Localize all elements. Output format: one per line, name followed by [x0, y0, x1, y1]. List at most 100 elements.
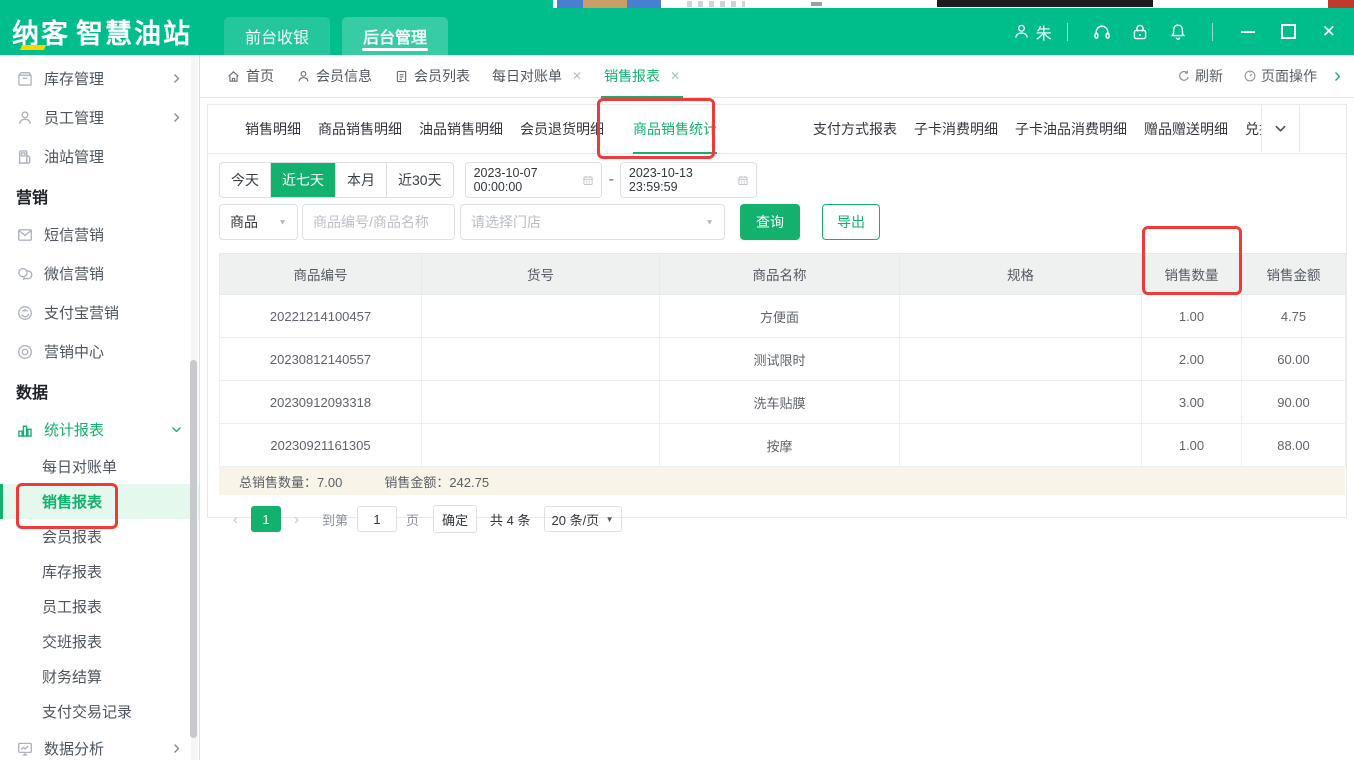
background-title-fragment — [937, 0, 1153, 7]
date-to-input[interactable]: 2023-10-13 23:59:59 — [620, 162, 757, 198]
table-cell: 按摩 — [660, 424, 900, 467]
goto-confirm-button[interactable]: 确定 — [433, 505, 477, 533]
export-button[interactable]: 导出 — [822, 204, 880, 240]
background-text-fragment — [687, 1, 745, 7]
store-placeholder: 请选择门店 — [471, 212, 541, 232]
next-page-arrow[interactable]: › — [294, 512, 299, 527]
table-row[interactable]: 20221214100457方便面1.004.75 — [220, 295, 1346, 338]
sidebar-item[interactable]: 营销中心 — [0, 332, 199, 371]
refresh-action[interactable]: 刷新 — [1177, 66, 1223, 86]
maximize-button[interactable] — [1281, 24, 1296, 39]
nav-back-office[interactable]: 后台管理 — [342, 17, 448, 55]
page-number-button[interactable]: 1 — [251, 506, 281, 532]
search-type-select[interactable]: 商品 ▼ — [219, 204, 298, 240]
sidebar-item[interactable]: 交班报表 — [0, 624, 199, 659]
table-cell: 20230921161305 — [220, 424, 422, 467]
search-type-value: 商品 — [230, 212, 258, 232]
sidebar-item[interactable]: 销售报表 — [0, 484, 199, 519]
date-from-input[interactable]: 2023-10-07 00:00:00 — [465, 162, 602, 198]
report-subtab[interactable]: 支付方式报表 — [813, 105, 897, 153]
page-size-select[interactable]: 20 条/页 ▼ — [544, 506, 622, 532]
table-row[interactable]: 20230912093318洗车贴膜3.0090.00 — [220, 381, 1346, 424]
sidebar-item[interactable]: 短信营销 — [0, 215, 199, 254]
table-cell: 20230912093318 — [220, 381, 422, 424]
page-tab[interactable]: 会员列表 — [394, 55, 470, 97]
sms-envelope-icon — [16, 226, 34, 244]
header-actions: 朱 ✕ — [1012, 8, 1342, 55]
page-tab[interactable]: 会员信息 — [296, 55, 372, 97]
sidebar-item-label: 支付交易记录 — [42, 701, 132, 722]
store-select[interactable]: 请选择门店 ▼ — [460, 204, 725, 240]
fuel-pump-icon — [16, 148, 34, 166]
report-subtab[interactable]: 油品销售明细 — [419, 105, 503, 153]
close-tab-icon[interactable]: ✕ — [670, 69, 680, 83]
table-row[interactable]: 20230812140557测试限时2.0060.00 — [220, 338, 1346, 381]
goto-page-input[interactable] — [357, 506, 397, 532]
expand-right-icon[interactable] — [1331, 70, 1344, 83]
page-actions-menu[interactable]: 页面操作 — [1243, 66, 1317, 86]
more-subtabs-button[interactable] — [1261, 105, 1300, 152]
sidebar-item[interactable]: 财务结算 — [0, 659, 199, 694]
app-mode-nav: 前台收银 后台管理 — [224, 8, 460, 55]
page-size-value: 20 条/页 — [552, 510, 600, 529]
quick-range-button[interactable]: 今天 — [220, 163, 270, 197]
sidebar-item[interactable]: 员工报表 — [0, 589, 199, 624]
report-subtab[interactable]: 会员退货明细 — [520, 105, 604, 153]
sidebar-section-header: 营销 — [0, 176, 199, 215]
sidebar-scrollbar[interactable] — [191, 55, 198, 760]
sidebar-item-label: 营销中心 — [44, 341, 104, 362]
report-subtabs: 销售明细商品销售明细油品销售明细会员退货明细商品销售统计 支付方式报表子卡消费明细… — [208, 105, 1346, 154]
sidebar-item[interactable]: 统计报表 — [0, 410, 199, 449]
sidebar-item[interactable]: 支付宝营销 — [0, 293, 199, 332]
user-menu[interactable]: 朱 — [1012, 20, 1052, 44]
page-tab-label: 每日对账单 — [492, 66, 562, 86]
support-headset-icon[interactable] — [1092, 22, 1112, 42]
table-cell: 88.00 — [1242, 424, 1346, 467]
data-analysis-icon — [16, 740, 34, 758]
page-tab[interactable]: 销售报表✕ — [604, 55, 680, 97]
sidebar-item[interactable]: 库存报表 — [0, 554, 199, 589]
sidebar-item-label: 会员报表 — [42, 526, 102, 547]
sidebar-item[interactable]: 每日对账单 — [0, 449, 199, 484]
sidebar-item[interactable]: 微信营销 — [0, 254, 199, 293]
sidebar-item[interactable]: 数据分析 — [0, 729, 199, 760]
close-tab-icon[interactable]: ✕ — [572, 69, 582, 83]
sidebar-item[interactable]: 员工管理 — [0, 98, 199, 137]
sidebar-item[interactable]: 油站管理 — [0, 137, 199, 176]
sidebar-item-label: 员工报表 — [42, 596, 102, 617]
background-window-fragment — [553, 0, 1354, 8]
close-button[interactable]: ✕ — [1322, 23, 1336, 40]
page-tab[interactable]: 首页 — [226, 55, 274, 97]
query-button[interactable]: 查询 — [740, 204, 800, 240]
report-subtab[interactable]: 子卡消费明细 — [914, 105, 998, 153]
nav-front-cashier[interactable]: 前台收银 — [224, 17, 330, 55]
report-subtab[interactable]: 商品销售统计 — [633, 105, 717, 153]
report-subtab[interactable]: 商品销售明细 — [318, 105, 402, 153]
sidebar-item[interactable]: 库存管理 — [0, 59, 199, 98]
sidebar-item[interactable]: 会员报表 — [0, 519, 199, 554]
sidebar-item-label: 支付宝营销 — [44, 302, 119, 323]
minimize-button[interactable] — [1241, 31, 1255, 33]
report-subtab[interactable]: 子卡油品消费明细 — [1015, 105, 1127, 153]
table-cell: 方便面 — [660, 295, 900, 338]
page-tab-label: 首页 — [246, 66, 274, 86]
notification-bell-icon[interactable] — [1168, 22, 1188, 42]
prev-page-arrow[interactable]: ‹ — [233, 512, 238, 527]
sidebar-item-label: 每日对账单 — [42, 456, 117, 477]
report-subtab[interactable]: 销售明细 — [245, 105, 301, 153]
quick-range-button[interactable]: 本月 — [335, 163, 386, 197]
sidebar-item-label: 油站管理 — [44, 146, 104, 167]
scrollbar-thumb[interactable] — [190, 360, 197, 738]
column-header: 销售数量 — [1142, 254, 1242, 295]
alipay-icon — [16, 304, 34, 322]
quick-range-button[interactable]: 近七天 — [270, 163, 335, 197]
caret-down-icon: ▼ — [705, 218, 714, 227]
report-subtab[interactable]: 赠品赠送明细 — [1144, 105, 1228, 153]
quick-range-button[interactable]: 近30天 — [386, 163, 453, 197]
sidebar-item[interactable]: 支付交易记录 — [0, 694, 199, 729]
lock-icon[interactable] — [1130, 22, 1150, 42]
goto-page-suffix: 页 — [406, 510, 419, 529]
table-row[interactable]: 20230921161305按摩1.0088.00 — [220, 424, 1346, 467]
keyword-input[interactable] — [302, 204, 455, 240]
page-tab[interactable]: 每日对账单 ✕ — [492, 55, 582, 97]
